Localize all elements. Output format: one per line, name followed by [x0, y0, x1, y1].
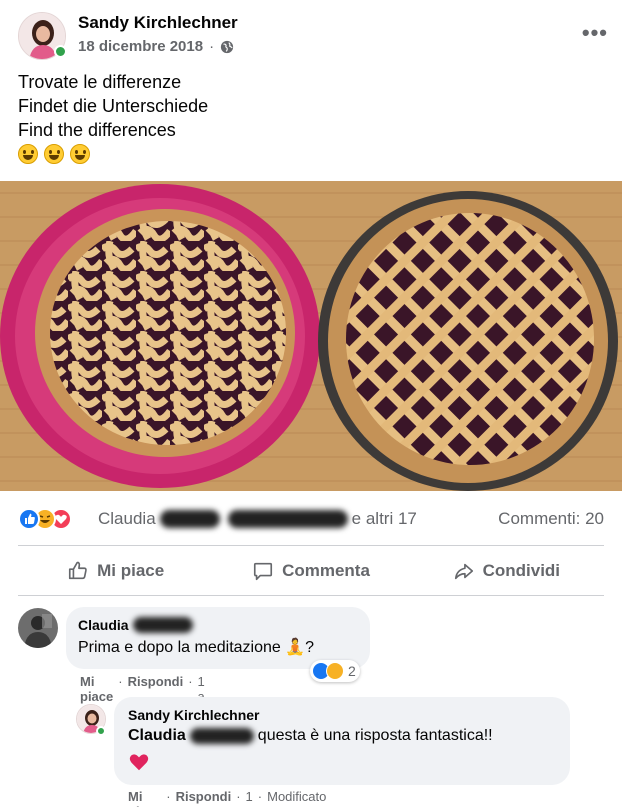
comment-like-link[interactable]: Mi piace [80, 674, 113, 704]
reaction-names[interactable]: Claudia e altri 17 [98, 509, 417, 529]
post-text-line: Trovate le differenze [18, 72, 182, 92]
reactor-first-name: Claudia [98, 509, 156, 528]
emoji-row [18, 144, 208, 168]
like-reaction-icon [18, 508, 40, 530]
comment-author[interactable]: Claudia [78, 617, 358, 633]
post-text-line: Findet die Unterschiede [18, 96, 209, 116]
commenter-avatar[interactable] [18, 608, 58, 648]
redacted-name [159, 510, 220, 528]
comment-button-label: Commenta [282, 561, 370, 580]
online-status-dot [96, 726, 106, 736]
reply-actions: Mi piace · Rispondi · 1 a · Modificato [128, 789, 326, 807]
post-header: Sandy Kirchlechner 18 dicembre 2018 · ••… [18, 12, 608, 60]
divider [18, 545, 604, 546]
reply-message: questa è una risposta fantastica!! [257, 727, 493, 744]
post-text: Trovate le differenze Findet die Untersc… [18, 70, 208, 168]
globe-icon [220, 40, 234, 53]
reply-text: Claudia questa è una risposta fantastica… [128, 727, 556, 745]
separator: · [257, 789, 263, 804]
reply-reply-link[interactable]: Rispondi [176, 789, 232, 807]
meta-separator: · [209, 38, 215, 55]
post-photo[interactable] [0, 181, 622, 491]
like-button[interactable]: Mi piace [18, 548, 213, 594]
share-arrow-icon [454, 563, 473, 580]
red-heart-icon [129, 754, 149, 771]
post-actions: Mi piace Commenta Condividi [18, 548, 604, 594]
reply-author-name[interactable]: Sandy Kirchlechner [128, 707, 556, 723]
more-options-icon[interactable]: ••• [582, 20, 608, 46]
comment-author-name: Claudia [78, 617, 129, 633]
online-status-dot [54, 45, 67, 58]
share-button-label: Condividi [482, 561, 561, 580]
post-date[interactable]: 18 dicembre 2018 [78, 38, 203, 55]
reply-mention[interactable]: Claudia [128, 727, 186, 745]
post-text-line: Find the differences [18, 120, 176, 140]
share-button[interactable]: Condividi [409, 548, 604, 594]
comment-count[interactable]: Commenti: 20 [498, 509, 604, 529]
reply-like-link[interactable]: Mi piace [128, 789, 161, 807]
redacted-name [227, 510, 348, 528]
reply-time[interactable]: 1 a [246, 789, 253, 807]
reply-bubble: Sandy Kirchlechner Claudia questa è una … [114, 697, 570, 785]
comment-bubble-icon [253, 562, 273, 581]
comment-button[interactable]: Commenta [213, 548, 408, 594]
redacted-name [132, 617, 193, 633]
post-meta: 18 dicembre 2018 · [78, 38, 234, 55]
comment-text: Prima e dopo la meditazione 🧘? [78, 639, 315, 656]
reactors-others: e altri 17 [351, 509, 417, 528]
reply-edited-label[interactable]: Modificato [267, 789, 326, 807]
divider [18, 595, 604, 596]
like-button-label: Mi piace [97, 561, 165, 580]
separator: · [166, 789, 171, 804]
post-author-name[interactable]: Sandy Kirchlechner [78, 13, 238, 33]
reaction-icons[interactable] [18, 508, 90, 530]
author-avatar[interactable] [18, 12, 67, 60]
redacted-name [189, 728, 254, 744]
grinning-face-icon [18, 144, 38, 164]
grinning-face-icon [44, 144, 64, 164]
grinning-face-icon [70, 144, 90, 164]
comment-reaction-count: 2 [348, 663, 356, 679]
separator: · [236, 789, 241, 804]
reactions-summary: Claudia e altri 17 Commenti: 20 [18, 506, 604, 532]
comment-reactions[interactable]: 2 [310, 660, 360, 682]
haha-reaction-icon [326, 662, 344, 680]
thumbs-up-icon [69, 561, 87, 580]
